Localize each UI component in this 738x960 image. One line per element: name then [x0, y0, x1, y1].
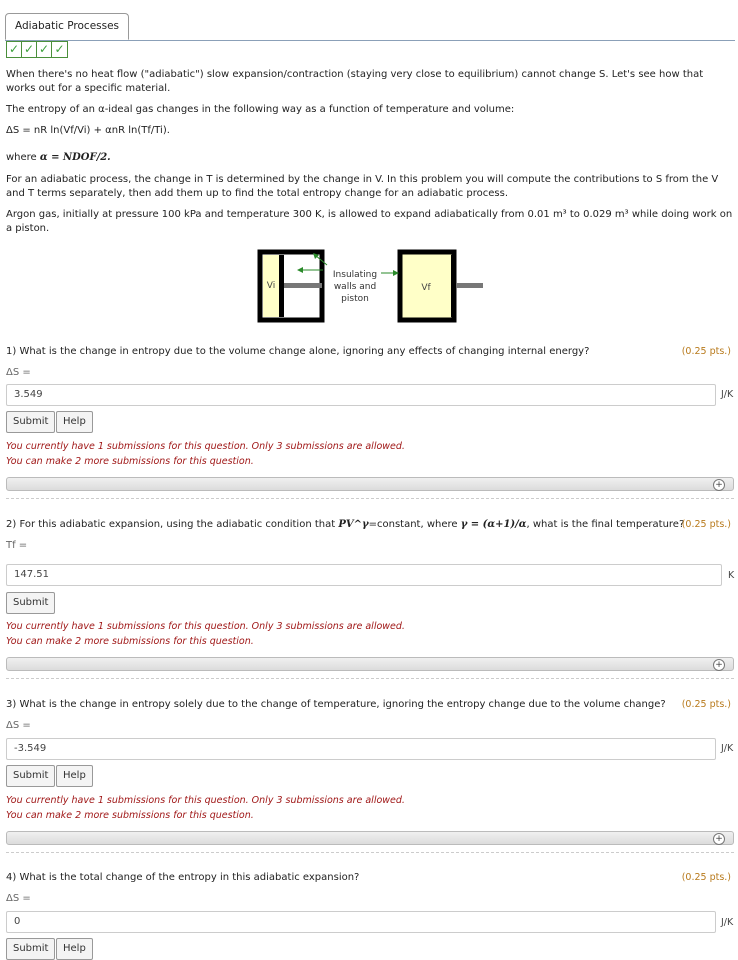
answer-label: Tf =: [6, 540, 28, 551]
adiabatic-formula: PV^γ: [338, 519, 369, 530]
alpha-formula: α = NDOF/2.: [39, 152, 111, 163]
expand-icon[interactable]: +: [713, 479, 725, 491]
points-badge: (0.25 pts.): [681, 872, 731, 883]
diagram-caption: walls and: [334, 282, 376, 292]
submit-button-q3[interactable]: Submit: [6, 765, 56, 787]
submission-message: You currently have 1 submissions for thi…: [6, 441, 405, 452]
submission-message: You can make 2 more submissions for this…: [6, 456, 254, 467]
submit-button-q4[interactable]: Submit: [6, 938, 56, 960]
intro-paragraph: The entropy of an α-ideal gas changes in…: [6, 104, 515, 115]
question-text: 4) What is the total change of the entro…: [6, 872, 360, 883]
answer-label: ΔS =: [6, 893, 31, 904]
feedback-bar-q3[interactable]: +: [6, 831, 734, 845]
check-icon: ✓: [37, 42, 52, 57]
submission-message: You currently have 1 submissions for thi…: [6, 621, 405, 632]
unit-label: J/K: [721, 743, 734, 754]
alpha-definition: where α = NDOF/2.: [6, 151, 734, 165]
check-icon: ✓: [54, 42, 65, 56]
points-badge: (0.25 pts.): [681, 519, 731, 530]
unit-label: J/K: [721, 389, 734, 400]
question-text: 1) What is the change in entropy due to …: [6, 346, 590, 357]
diagram-caption: piston: [341, 294, 369, 304]
submit-button-q2[interactable]: Submit: [6, 592, 56, 614]
completion-checkmarks: ✓ ✓ ✓ ✓: [6, 41, 68, 58]
question-text: , what is the final temperature?: [526, 519, 685, 530]
help-button-q1[interactable]: Help: [56, 411, 93, 433]
check-icon: ✓: [7, 42, 22, 57]
question-text: =constant, where: [368, 519, 458, 530]
diagram-caption: Insulating: [333, 270, 377, 280]
unit-label: J/K: [721, 917, 734, 928]
expand-icon[interactable]: +: [713, 833, 725, 845]
feedback-bar-q1[interactable]: +: [6, 477, 734, 491]
unit-label: K: [728, 570, 735, 581]
problem-statement: Argon gas, initially at pressure 100 kPa…: [6, 209, 733, 234]
answer-input-q2[interactable]: 147.51: [6, 564, 722, 586]
divider: [6, 498, 734, 499]
divider: [6, 678, 734, 679]
where-label: where: [6, 152, 37, 163]
expand-icon[interactable]: +: [713, 659, 725, 671]
help-button-q3[interactable]: Help: [56, 765, 93, 787]
answer-input-q1[interactable]: 3.549: [6, 384, 716, 406]
piston-diagram-svg: Vi Vf Insulating walls and piston: [257, 249, 483, 323]
submission-message: You can make 2 more submissions for this…: [6, 810, 254, 821]
answer-input-q3[interactable]: -3.549: [6, 738, 716, 760]
vi-label: Vi: [267, 281, 275, 291]
tab-bar: Adiabatic Processes: [5, 13, 735, 41]
question-4: 4) What is the total change of the entro…: [6, 872, 734, 883]
feedback-bar-q2[interactable]: +: [6, 657, 734, 671]
divider: [6, 852, 734, 853]
answer-label: ΔS =: [6, 367, 31, 378]
entropy-formula: ΔS = nR ln(Vf/Vi) + αnR ln(Tf/Ti).: [6, 125, 170, 136]
answer-label: ΔS =: [6, 720, 31, 731]
intro-paragraph: For an adiabatic process, the change in …: [6, 174, 719, 199]
question-3: 3) What is the change in entropy solely …: [6, 699, 734, 710]
question-2: 2) For this adiabatic expansion, using t…: [6, 519, 734, 530]
question-text: 3) What is the change in entropy solely …: [6, 699, 666, 710]
check-icon: ✓: [22, 42, 37, 57]
question-1: 1) What is the change in entropy due to …: [6, 346, 734, 357]
points-badge: (0.25 pts.): [681, 699, 731, 710]
intro-paragraph: When there's no heat flow ("adiabatic") …: [6, 69, 704, 94]
piston-diagram: Vi Vf Insulating walls and piston: [255, 247, 485, 325]
tab-adiabatic-processes[interactable]: Adiabatic Processes: [5, 13, 130, 40]
help-button-q4[interactable]: Help: [56, 938, 93, 960]
gamma-formula: γ = (α+1)/α: [460, 519, 527, 530]
question-text: 2) For this adiabatic expansion, using t…: [6, 519, 336, 530]
points-badge: (0.25 pts.): [681, 346, 731, 357]
submission-message: You can make 2 more submissions for this…: [6, 636, 254, 647]
answer-input-q4[interactable]: 0: [6, 911, 716, 933]
submission-message: You currently have 1 submissions for thi…: [6, 795, 405, 806]
submit-button-q1[interactable]: Submit: [6, 411, 56, 433]
vf-label: Vf: [421, 283, 431, 293]
